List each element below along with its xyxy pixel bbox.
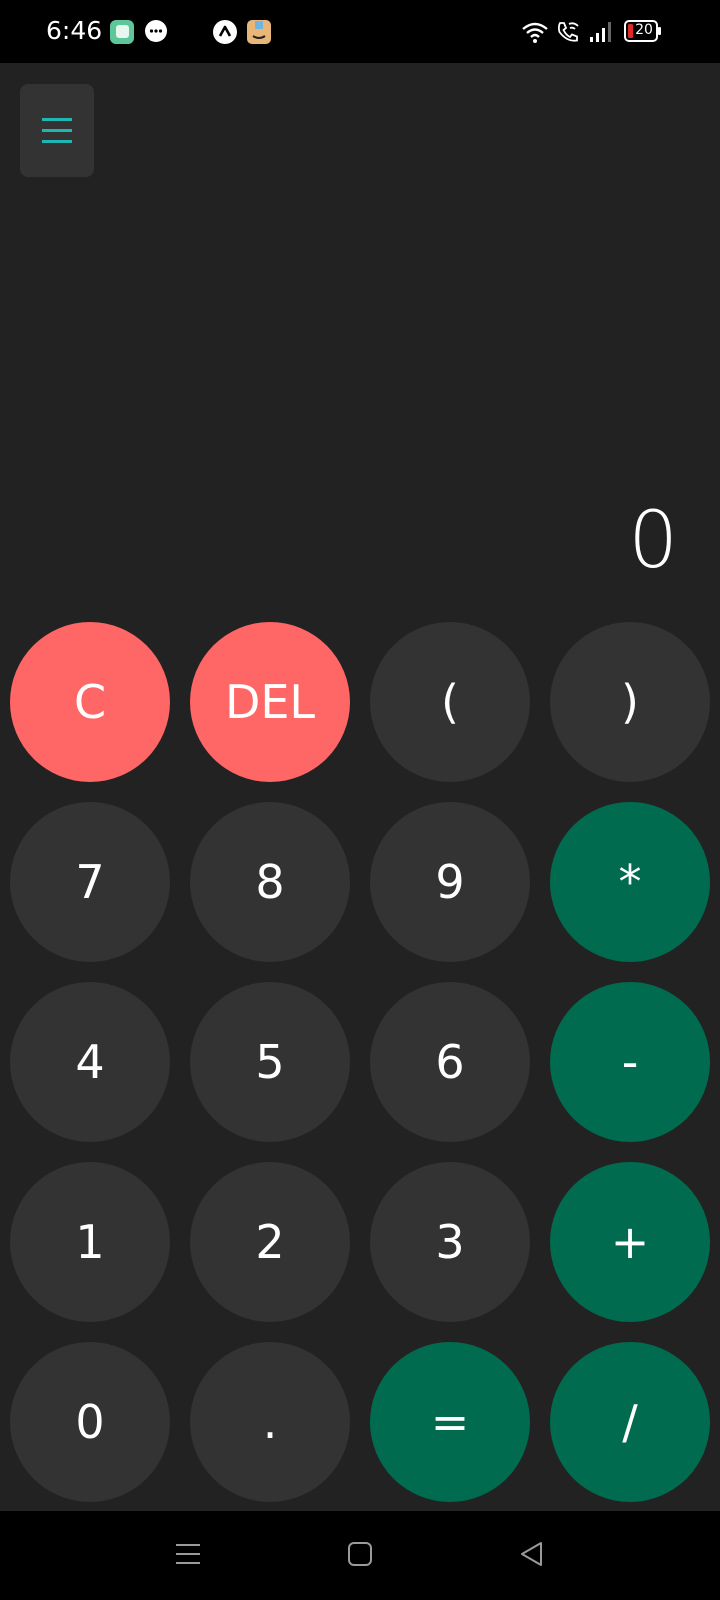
hamburger-menu-icon [42, 117, 72, 143]
up-arrow-app-icon [213, 20, 237, 44]
digit-7-button[interactable]: 7 [10, 802, 170, 962]
add-button[interactable]: + [550, 1162, 710, 1322]
digit-2-button[interactable]: 2 [190, 1162, 350, 1322]
digit-0-button[interactable]: 0 [10, 1342, 170, 1502]
digit-1-button[interactable]: 1 [10, 1162, 170, 1322]
digit-8-button[interactable]: 8 [190, 802, 350, 962]
digit-3-button[interactable]: 3 [370, 1162, 530, 1322]
navigation-bar [0, 1511, 720, 1600]
open-paren-button[interactable]: ( [370, 622, 530, 782]
battery-level: 20 [635, 22, 653, 38]
signal-icon [590, 22, 611, 42]
amazon-app-icon [247, 20, 271, 44]
home-icon[interactable] [345, 1539, 375, 1569]
messages-icon [145, 20, 167, 42]
subtract-button[interactable]: - [550, 982, 710, 1142]
multiply-button[interactable]: * [550, 802, 710, 962]
digit-4-button[interactable]: 4 [10, 982, 170, 1142]
close-paren-button[interactable]: ) [550, 622, 710, 782]
recents-icon[interactable] [173, 1539, 203, 1569]
calculator-display: 0 [628, 496, 678, 586]
battery-icon: 20 [624, 20, 662, 42]
equals-button[interactable]: = [370, 1342, 530, 1502]
delete-button[interactable]: DEL [190, 622, 350, 782]
digit-5-button[interactable]: 5 [190, 982, 350, 1142]
status-bar: 6:46 20 [0, 0, 720, 63]
calculator-app: 0 C DEL() 7 8 9 * 4 5 6- 1 2 3 +0. = / [0, 63, 720, 1511]
status-time: 6:46 [46, 16, 103, 45]
wifi-icon [522, 22, 548, 43]
digit-6-button[interactable]: 6 [370, 982, 530, 1142]
clear-button[interactable]: C [10, 622, 170, 782]
divide-button[interactable]: / [550, 1342, 710, 1502]
back-icon[interactable] [517, 1539, 547, 1569]
digit-9-button[interactable]: 9 [370, 802, 530, 962]
wifi-calling-icon [557, 22, 579, 42]
decimal-button[interactable]: . [190, 1342, 350, 1502]
gallery-app-icon [110, 20, 134, 44]
menu-button[interactable] [20, 84, 94, 177]
